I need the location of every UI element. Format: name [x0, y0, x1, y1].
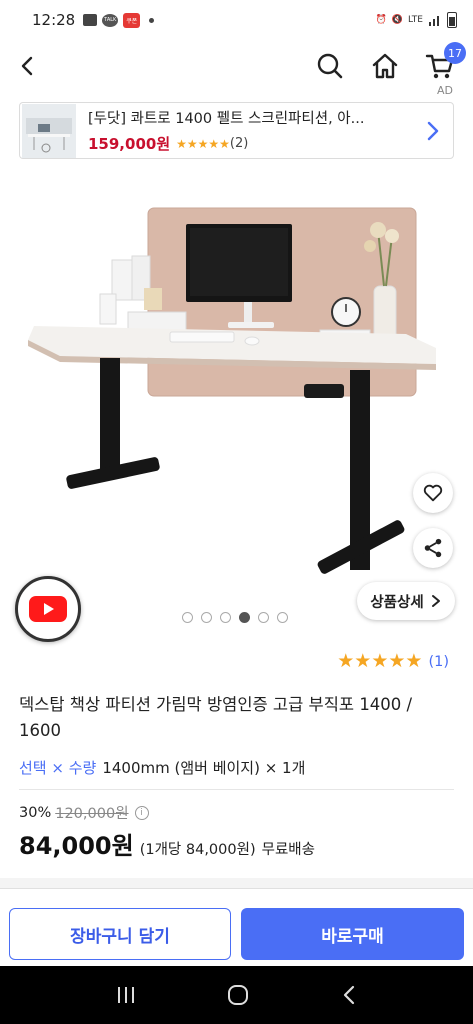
back-arrow-icon	[21, 56, 33, 76]
status-bar: 12:28 TALK 쿠폰 ⏰ 🔇 LTE	[0, 0, 473, 40]
ad-title: [두닷] 콰트로 1400 펠트 스크린파티션, 아...	[88, 111, 365, 127]
gallery-dot[interactable]	[239, 612, 250, 623]
back-nav-icon[interactable]	[340, 984, 358, 1006]
buy-now-button[interactable]: 바로구매	[241, 908, 464, 960]
status-time: 12:28	[32, 11, 76, 29]
ad-banner[interactable]: [두닷] 콰트로 1400 펠트 스크린파티션, 아... 159,000원 ★…	[19, 102, 454, 159]
option-value: 1400mm (앰버 베이지) × 1개	[102, 759, 306, 777]
star-icon: ★	[337, 650, 355, 672]
heart-icon	[423, 484, 443, 502]
ad-price: 159,000원	[88, 135, 171, 153]
unit-price: (1개당 84,000원)	[139, 842, 256, 858]
home-button[interactable]	[363, 44, 407, 88]
gallery-dot[interactable]	[182, 612, 193, 623]
home-icon	[372, 53, 398, 79]
recent-apps-icon[interactable]	[115, 985, 137, 1005]
gallery-dot[interactable]	[277, 612, 288, 623]
add-to-cart-button[interactable]: 장바구니 담기	[9, 908, 231, 960]
star-icon: ★	[354, 650, 372, 672]
selected-option: 선택 × 수량 1400mm (앰버 베이지) × 1개	[19, 757, 305, 778]
info-icon[interactable]: i	[134, 805, 149, 820]
top-navigation: 17	[0, 40, 473, 96]
star-icon: ★	[405, 650, 423, 672]
coupon-notification-icon: 쿠폰	[123, 12, 141, 28]
alarm-icon: ⏰	[375, 15, 387, 25]
final-price: 84,000원	[19, 832, 134, 860]
bottom-action-bar: 장바구니 담기 바로구매	[0, 888, 473, 966]
youtube-icon	[29, 596, 67, 622]
ad-label: AD	[437, 84, 453, 97]
signal-icon	[429, 16, 439, 26]
star-icon: ★	[388, 650, 406, 672]
chevron-right-icon	[427, 121, 439, 140]
discount-rate: 30%	[19, 804, 52, 821]
system-navigation-bar	[0, 966, 473, 1024]
product-image[interactable]	[0, 190, 473, 610]
ad-rating-stars: ★★★★★	[176, 136, 230, 151]
chevron-right-icon	[431, 595, 440, 607]
gallery-dot[interactable]	[201, 612, 212, 623]
rating-count: (1)	[428, 653, 449, 670]
battery-icon	[447, 12, 457, 28]
share-icon	[424, 538, 442, 558]
wishlist-button[interactable]	[413, 473, 453, 513]
discount-row: 30% 120,000원 i	[19, 802, 149, 823]
option-label: 선택 × 수량	[19, 759, 97, 777]
gallery-pagination	[182, 612, 288, 623]
original-price: 120,000원	[55, 806, 129, 822]
share-button[interactable]	[413, 528, 453, 568]
video-play-button[interactable]	[15, 576, 81, 642]
cart-button[interactable]: 17	[418, 42, 466, 88]
price-row: 84,000원 (1개당 84,000원) 무료배송	[19, 826, 315, 861]
search-button[interactable]	[308, 44, 352, 88]
mute-icon: 🔇	[391, 15, 404, 25]
back-button[interactable]	[6, 44, 50, 88]
ad-review-count: (2)	[229, 136, 249, 151]
cart-count-badge: 17	[444, 42, 466, 64]
product-title: 덱스탑 책상 파티션 가림막 방염인증 고급 부직포 1400 / 1600	[19, 695, 413, 740]
section-separator	[0, 878, 473, 888]
shipping-info: 무료배송	[261, 842, 315, 858]
home-nav-icon[interactable]	[227, 984, 249, 1006]
gallery-dot[interactable]	[258, 612, 269, 623]
rating-stars: ★★★★★	[337, 652, 422, 671]
product-detail-button[interactable]: 상품상세	[357, 582, 455, 620]
gallery-dot[interactable]	[220, 612, 231, 623]
star-icon: ★	[371, 650, 389, 672]
search-icon	[317, 53, 343, 79]
product-detail-label: 상품상세	[370, 594, 424, 611]
product-rating[interactable]: ★★★★★ (1)	[337, 652, 449, 671]
ad-thumbnail	[22, 103, 76, 158]
talk-notification-icon: TALK	[102, 13, 119, 27]
divider	[19, 789, 454, 790]
network-label: LTE	[408, 15, 423, 25]
gallery-notification-icon	[83, 14, 98, 26]
more-notifications-icon	[149, 17, 155, 23]
